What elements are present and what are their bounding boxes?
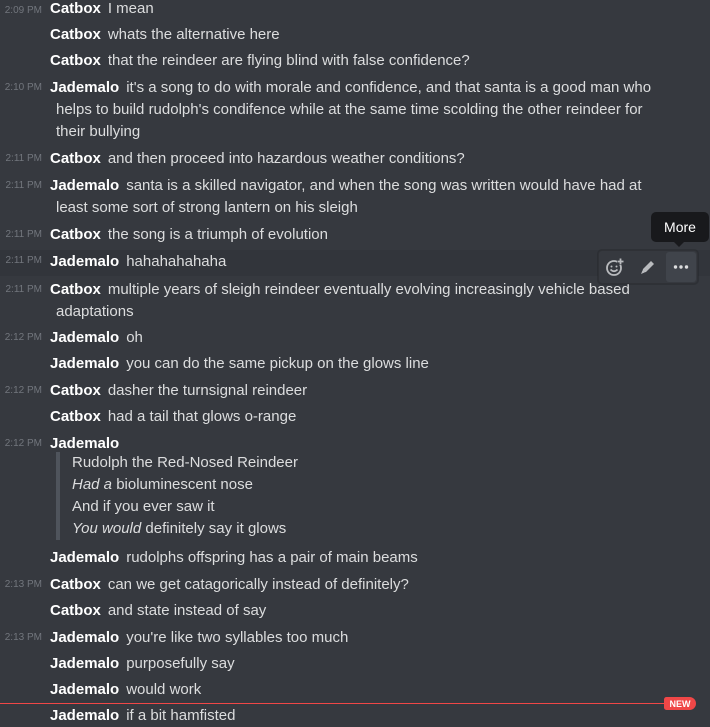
message-timestamp: 2:11 PM [5,255,43,266]
message-timestamp: 2:12 PM [4,438,42,449]
quote-italic: Had a [72,476,113,493]
message-row: 2:12 PM Jademalo oh [0,327,710,349]
quote-line: You would definitely say it glows [72,518,472,540]
chat-message-list: 2:09 PM Catbox I mean Catbox whats the alt… [0,0,710,725]
message-author[interactable]: Catbox [50,408,101,425]
message-author[interactable]: Jademalo [50,177,119,194]
message-row: Jademalo if a bit hamfisted [0,705,710,727]
message-row: 2:11 PM Catbox the song is a triumph of e… [0,224,710,246]
edit-button[interactable] [633,252,663,282]
message-text: it's a song to do with morale and confid… [126,79,652,96]
quote-line: Rudolph the Red-Nosed Reindeer [72,454,298,471]
message-text: the song is a triumph of evolution [107,226,328,243]
message-timestamp: 2:12 PM [4,385,42,396]
message-text-continued: helps to build rudolph's condifence whil… [56,101,643,118]
add-reaction-icon [606,258,625,276]
message-timestamp: 2:11 PM [5,284,43,295]
quote-line: Had a bioluminescent nose [72,474,472,496]
message-text: rudolphs offspring has a pair of main be… [126,549,418,566]
message-text: whats the alternative here [107,26,280,43]
more-tooltip: More [651,212,709,242]
message-text: you're like two syllables too much [126,629,349,646]
quote-line: And if you ever saw it [72,498,215,515]
more-dots-icon [673,265,688,269]
message-row: 2:12 PM Catbox dasher the turnsignal rein… [0,380,710,402]
message-author[interactable]: Jademalo [50,355,119,372]
message-row: 2:09 PM Catbox I mean [0,0,710,22]
message-text-continued: their bullying [56,123,141,140]
quote-italic: You would [72,520,142,537]
message-text: santa is a skilled navigator, and when t… [126,177,642,194]
message-row: Jademalo rudolphs offspring has a pair of… [0,547,710,569]
message-text: I mean [107,0,154,17]
message-row: 2:10 PM Jademalo it's a song to do with m… [0,77,710,143]
message-row: 2:11 PM Jademalo santa is a skilled navig… [0,175,710,219]
message-timestamp: 2:13 PM [4,579,42,590]
message-author[interactable]: Catbox [50,576,101,593]
quote-text: bioluminescent nose [112,476,253,493]
message-author[interactable]: Jademalo [50,435,119,452]
message-text: had a tail that glows o-range [107,408,297,425]
message-row: Catbox had a tail that glows o-range [0,406,710,428]
message-row: Catbox and state instead of say [0,600,710,622]
message-author[interactable]: Catbox [50,0,101,17]
message-author[interactable]: Jademalo [50,79,119,96]
message-text-continued: adaptations [56,303,134,320]
message-row: Catbox that the reindeer are flying blind… [0,50,710,72]
message-text: dasher the turnsignal reindeer [107,382,308,399]
message-text-continued: least some sort of strong lantern on his… [56,199,358,216]
message-timestamp: 2:11 PM [5,180,43,191]
message-author[interactable]: Catbox [50,52,101,69]
message-author[interactable]: Catbox [50,602,101,619]
message-author[interactable]: Catbox [50,150,101,167]
message-author[interactable]: Jademalo [50,329,119,346]
message-timestamp: 2:12 PM [4,332,42,343]
message-text: you can do the same pickup on the glows … [126,355,429,372]
message-author[interactable]: Catbox [50,26,101,43]
message-text: hahahahahaha [126,253,227,270]
message-text: if a bit hamfisted [126,707,236,724]
message-timestamp: 2:10 PM [4,82,42,93]
message-text: would work [126,681,202,698]
message-row: 2:11 PM Catbox multiple years of sleigh r… [0,279,710,323]
message-text: purposefully say [126,655,235,672]
blockquote: Rudolph the Red-Nosed Reindeer Had a bio… [56,452,472,540]
message-text: and state instead of say [107,602,267,619]
message-text: that the reindeer are flying blind with … [107,52,470,69]
message-text: multiple years of sleigh reindeer eventu… [107,281,630,298]
edit-pencil-icon [640,261,654,274]
message-author[interactable]: Catbox [50,226,101,243]
message-timestamp: 2:11 PM [5,229,43,240]
message-author[interactable]: Catbox [50,281,101,298]
message-timestamp: 2:13 PM [4,632,42,643]
message-text: can we get catagorically instead of defi… [107,576,409,593]
message-row: 2:13 PM Catbox can we get catagorically i… [0,574,710,596]
quote-text: definitely say it glows [141,520,287,537]
message-author[interactable]: Jademalo [50,707,119,724]
message-author[interactable]: Catbox [50,382,101,399]
message-row: Catbox whats the alternative here [0,24,710,46]
message-actions-toolbar [598,250,698,284]
message-row: Jademalo you can do the same pickup on th… [0,353,710,375]
add-reaction-button[interactable] [600,252,630,282]
tooltip-arrow [673,241,685,247]
message-author[interactable]: Jademalo [50,549,119,566]
message-author[interactable]: Jademalo [50,253,119,270]
message-author[interactable]: Jademalo [50,655,119,672]
new-messages-divider [0,703,664,704]
message-row: Jademalo would work [0,679,710,701]
message-text: oh [126,329,143,346]
message-author[interactable]: Jademalo [50,629,119,646]
message-timestamp: 2:09 PM [4,5,42,16]
message-author[interactable]: Jademalo [50,681,119,698]
message-row: 2:11 PM Catbox and then proceed into haza… [0,148,710,170]
message-row: 2:13 PM Jademalo you're like two syllable… [0,627,710,649]
message-text: and then proceed into hazardous weather … [107,150,465,167]
more-button[interactable] [665,252,696,282]
message-timestamp: 2:11 PM [5,153,43,164]
message-row: Jademalo purposefully say [0,653,710,675]
